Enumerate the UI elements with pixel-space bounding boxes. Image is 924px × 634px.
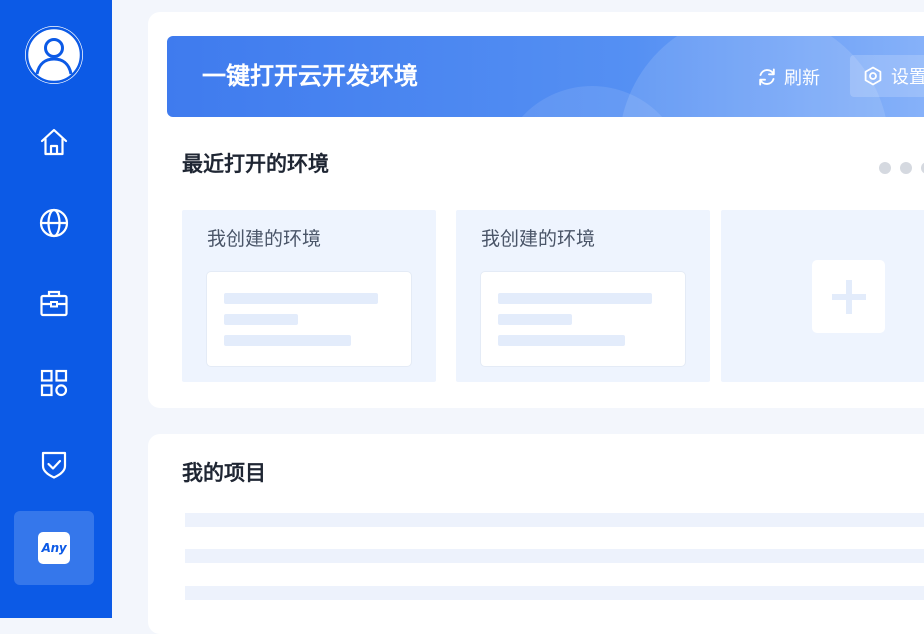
placeholder-line: [224, 293, 378, 304]
carousel-dots: [879, 162, 924, 174]
project-placeholder-row: [185, 549, 924, 563]
home-icon: [40, 128, 68, 156]
add-environment-button[interactable]: [812, 260, 885, 333]
placeholder-line: [498, 314, 572, 325]
environment-card-label: 我创建的环境: [481, 228, 596, 250]
sidebar-item-globe[interactable]: [14, 186, 94, 260]
carousel-dot[interactable]: [879, 162, 891, 174]
sidebar-item-apps[interactable]: [14, 346, 94, 420]
environment-card-label: 我创建的环境: [207, 228, 322, 250]
environment-card[interactable]: 我创建的环境: [182, 210, 436, 382]
shield-check-icon: [41, 451, 67, 479]
user-icon: [25, 26, 83, 84]
sidebar-item-briefcase[interactable]: [14, 266, 94, 340]
settings-button[interactable]: 设置: [850, 55, 924, 97]
user-avatar[interactable]: [23, 24, 85, 86]
refresh-label: 刷新: [784, 68, 820, 89]
sidebar-item-any[interactable]: Any: [14, 511, 94, 585]
plus-icon: [831, 279, 866, 314]
apps-icon: [40, 369, 68, 397]
projects-section-title: 我的项目: [182, 461, 266, 485]
environment-preview: [480, 271, 686, 367]
environment-preview: [206, 271, 412, 367]
placeholder-line: [224, 335, 351, 346]
sidebar-item-security[interactable]: [14, 427, 94, 501]
refresh-icon: [759, 68, 775, 86]
placeholder-line: [498, 335, 625, 346]
environment-card[interactable]: 我创建的环境: [456, 210, 710, 382]
globe-icon: [39, 208, 69, 238]
sidebar: Any: [0, 0, 112, 618]
recent-section-title: 最近打开的环境: [182, 152, 329, 176]
sidebar-item-home[interactable]: [14, 105, 94, 179]
banner-decoration: [619, 36, 889, 117]
settings-icon: [864, 66, 882, 86]
placeholder-line: [224, 314, 298, 325]
settings-label: 设置: [891, 67, 924, 88]
placeholder-line: [498, 293, 652, 304]
project-placeholder-row: [185, 586, 924, 600]
project-placeholder-row: [185, 513, 924, 527]
carousel-dot[interactable]: [900, 162, 912, 174]
any-app-icon: Any: [38, 532, 70, 564]
briefcase-icon: [40, 290, 68, 317]
refresh-button[interactable]: 刷新: [756, 60, 820, 94]
banner-title: 一键打开云开发环境: [202, 62, 418, 90]
